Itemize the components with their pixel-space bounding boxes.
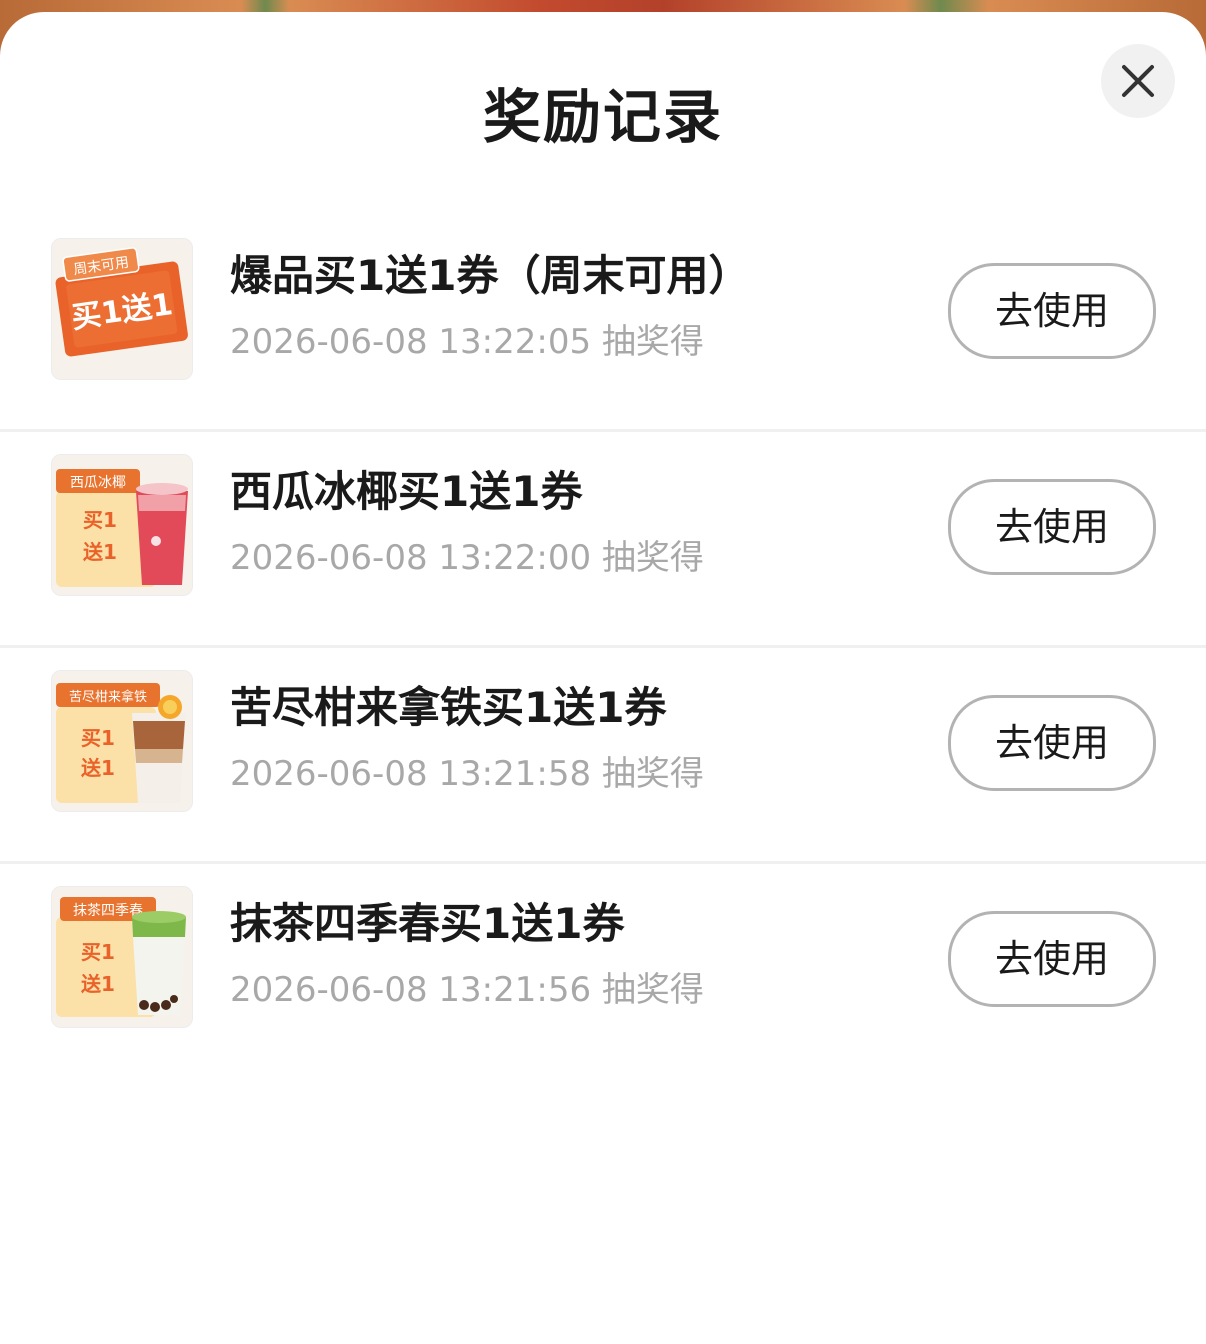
- svg-text:买1: 买1: [81, 726, 115, 750]
- reward-meta: 2026-06-08 13:22:05 抽奖得: [230, 322, 704, 362]
- reward-record-sheet: 奖励记录 买1送1 周末可用 爆品买1送1券（周末可用） 2026-06-08 …: [0, 12, 1206, 1344]
- use-button[interactable]: 去使用: [948, 911, 1156, 1007]
- reward-meta: 2026-06-08 13:22:00 抽奖得: [230, 538, 704, 578]
- svg-text:送1: 送1: [81, 972, 115, 996]
- reward-meta: 2026-06-08 13:21:58 抽奖得: [230, 754, 704, 794]
- reward-list: 买1送1 周末可用 爆品买1送1券（周末可用） 2026-06-08 13:22…: [0, 216, 1206, 1077]
- svg-text:苦尽柑来拿铁: 苦尽柑来拿铁: [69, 689, 147, 705]
- reward-row: 抹茶四季春 买1 送1 抹茶四季春买1送1券 2026-06-08 13:21:…: [0, 864, 1206, 1077]
- svg-text:送1: 送1: [83, 540, 117, 564]
- orange-latte-coupon-icon: 苦尽柑来拿铁 买1 送1: [51, 670, 193, 812]
- reward-name: 苦尽柑来拿铁买1送1券: [230, 683, 667, 732]
- reward-name: 西瓜冰椰买1送1券: [230, 467, 583, 516]
- reward-name: 抹茶四季春买1送1券: [230, 899, 625, 948]
- svg-text:送1: 送1: [81, 756, 115, 780]
- use-button[interactable]: 去使用: [948, 479, 1156, 575]
- reward-meta: 2026-06-08 13:21:56 抽奖得: [230, 970, 704, 1010]
- use-button[interactable]: 去使用: [948, 695, 1156, 791]
- close-button[interactable]: [1101, 44, 1175, 118]
- matcha-tea-coupon-icon: 抹茶四季春 买1 送1: [51, 886, 193, 1028]
- svg-text:买1: 买1: [83, 508, 117, 532]
- coupon-weekend-icon: 买1送1 周末可用: [51, 238, 193, 380]
- svg-text:西瓜冰椰: 西瓜冰椰: [70, 475, 126, 491]
- reward-row: 西瓜冰椰 买1 送1 西瓜冰椰买1送1券 2026-06-08 13:22:00…: [0, 432, 1206, 648]
- sheet-title: 奖励记录: [482, 83, 723, 151]
- use-button[interactable]: 去使用: [948, 263, 1156, 359]
- watermelon-drink-coupon-icon: 西瓜冰椰 买1 送1: [51, 454, 193, 596]
- svg-text:买1: 买1: [81, 940, 115, 964]
- reward-row: 苦尽柑来拿铁 买1 送1 苦尽柑来拿铁买1送1券 2026-06-08 13:2…: [0, 648, 1206, 864]
- close-icon: [1122, 65, 1154, 97]
- reward-row: 买1送1 周末可用 爆品买1送1券（周末可用） 2026-06-08 13:22…: [0, 216, 1206, 432]
- reward-name: 爆品买1送1券（周末可用）: [230, 251, 751, 300]
